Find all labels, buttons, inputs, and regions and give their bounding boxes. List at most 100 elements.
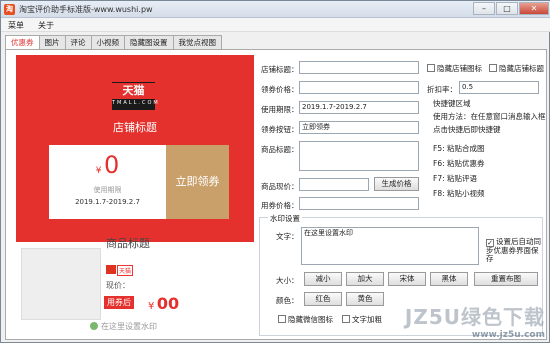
hotkey-f6: F6: 粘贴优惠券 bbox=[433, 158, 485, 169]
bold-text-checkbox[interactable]: 文字加粗 bbox=[342, 314, 382, 325]
window-controls: – □ ✕ bbox=[473, 2, 549, 15]
size-decrease-button[interactable]: 减小 bbox=[304, 272, 342, 286]
tmall-icon bbox=[106, 265, 116, 274]
after-price-label: 用券价格： bbox=[261, 201, 299, 210]
size-label: 大小： bbox=[276, 276, 299, 285]
hotkey-label: 粘贴合成图 bbox=[447, 144, 485, 153]
after-coupon-price: ¥ 00 bbox=[148, 294, 179, 313]
site-watermark-big: JZ5U绿色下载 bbox=[404, 305, 545, 329]
logo-subtext: TMALL.COM bbox=[112, 100, 160, 106]
hotkey-f7: F7: 粘贴评语 bbox=[433, 173, 477, 184]
coupon-button-label: 领券按钮： bbox=[261, 125, 299, 134]
hotkey-f5: F5: 粘贴合成图 bbox=[433, 143, 485, 154]
goods-now-price-input[interactable] bbox=[299, 178, 369, 191]
tmall-badge: 天猫 bbox=[117, 265, 134, 276]
close-button[interactable]: ✕ bbox=[519, 2, 549, 15]
checkbox-label: 隐藏店铺标题 bbox=[499, 64, 544, 73]
tab-strip: 优惠券 图片 评论 小视频 隐藏图设置 我觉点视图 bbox=[5, 35, 222, 50]
goods-title-input[interactable] bbox=[299, 141, 419, 171]
maximize-button[interactable]: □ bbox=[496, 2, 518, 15]
minimize-button[interactable]: – bbox=[473, 2, 495, 15]
persist-checkbox[interactable]: 设置后自动同步优惠券界面保存 bbox=[486, 238, 542, 263]
goods-image-placeholder bbox=[21, 248, 101, 320]
wechat-icon bbox=[90, 322, 98, 330]
tab-content: 天猫 TMALL.COM 店铺标题 ¥ 0 使用期限 2019.1.7-2019… bbox=[5, 49, 547, 340]
shortcut-desc-2: 点击快捷后即快捷键 bbox=[433, 125, 501, 134]
menu-main[interactable]: 菜单 bbox=[1, 18, 31, 31]
hotkey-label: 粘贴评语 bbox=[447, 174, 478, 183]
hotkey-label: 粘贴优惠券 bbox=[447, 159, 485, 168]
window-title: 淘宝评价助手标准版-www.wushi.pw bbox=[19, 5, 153, 14]
shortcut-title: 快捷键区域 bbox=[433, 99, 471, 108]
tab-view[interactable]: 我觉点视图 bbox=[172, 35, 222, 49]
coupon-preview: 天猫 TMALL.COM 店铺标题 ¥ 0 使用期限 2019.1.7-2019… bbox=[16, 55, 254, 242]
watermark-preview: 在这里设置水印 bbox=[90, 321, 157, 332]
font-hei-button[interactable]: 黑体 bbox=[430, 272, 468, 286]
coupon-card: ¥ 0 使用期限 2019.1.7-2019.2.7 立即领券 bbox=[49, 145, 229, 219]
after-price-value: 00 bbox=[156, 294, 180, 313]
checkbox-label: 隐藏微信图标 bbox=[288, 315, 333, 324]
tab-hidden-image[interactable]: 隐藏图设置 bbox=[124, 35, 174, 49]
shop-title-input[interactable] bbox=[299, 61, 419, 74]
watermark-text-input[interactable]: 在这里设置水印 bbox=[301, 227, 479, 265]
generate-price-button[interactable]: 生成价格 bbox=[374, 177, 419, 191]
app-icon: 淘 bbox=[4, 4, 15, 15]
hotkey-key: F8: bbox=[433, 189, 445, 198]
hide-shop-title-checkbox[interactable]: 隐藏店铺标题 bbox=[489, 63, 544, 74]
reset-layout-button[interactable]: 重置布图 bbox=[474, 272, 538, 286]
shortcut-desc: 使用方法：在任意窗口消息输入框 bbox=[433, 112, 546, 121]
app-window: 淘 淘宝评价助手标准版-www.wushi.pw – □ ✕ 菜单 关于 优惠券… bbox=[0, 0, 550, 343]
hotkey-f8: F8: 粘贴小视频 bbox=[433, 188, 485, 199]
after-coupon-badge: 用券后 bbox=[104, 296, 134, 309]
hotkey-label: 粘贴小视频 bbox=[447, 189, 485, 198]
hide-shop-icon-checkbox[interactable]: 隐藏店铺图标 bbox=[427, 63, 482, 74]
hotkey-key: F7: bbox=[433, 174, 445, 183]
goods-title-label: 商品标题： bbox=[261, 145, 299, 154]
color-yellow-button[interactable]: 黄色 bbox=[346, 292, 384, 306]
goods-title: 商品标题 bbox=[106, 237, 150, 250]
checkbox-box bbox=[342, 315, 350, 323]
coupon-price-label: 领券价格： bbox=[261, 85, 299, 94]
watermark-group-title: 水印设置 bbox=[268, 213, 302, 224]
checkbox-box bbox=[278, 315, 286, 323]
color-label: 颜色： bbox=[276, 296, 299, 305]
shop-title: 店铺标题 bbox=[113, 121, 157, 134]
tab-images[interactable]: 图片 bbox=[38, 35, 66, 49]
coupon-dates: 2019.1.7-2019.2.7 bbox=[75, 198, 140, 206]
checkbox-box bbox=[427, 64, 435, 72]
logo-text: 天猫 bbox=[112, 83, 155, 99]
coupon-amount: ¥ 0 bbox=[49, 151, 166, 179]
hotkey-key: F6: bbox=[433, 159, 445, 168]
checkbox-label: 文字加粗 bbox=[352, 315, 382, 324]
text-label: 文字： bbox=[276, 232, 299, 241]
currency-symbol: ¥ bbox=[148, 301, 155, 312]
hotkey-key: F5: bbox=[433, 144, 445, 153]
size-increase-button[interactable]: 加大 bbox=[346, 272, 384, 286]
site-watermark: JZ5U绿色下载 www.jz5u.com bbox=[405, 301, 545, 340]
after-price-input[interactable] bbox=[299, 197, 419, 210]
goods-now-price-label: 商品现价： bbox=[261, 182, 299, 191]
tab-video[interactable]: 小视频 bbox=[90, 35, 125, 49]
use-period-label: 使用期限： bbox=[261, 105, 299, 114]
menu-about[interactable]: 关于 bbox=[31, 18, 61, 31]
coupon-price-input[interactable] bbox=[299, 81, 419, 94]
discount-label: 折扣率： bbox=[427, 85, 457, 94]
currency-symbol: ¥ bbox=[95, 166, 102, 176]
now-price-label: 现价： bbox=[106, 281, 130, 290]
watermark-text: 在这里设置水印 bbox=[101, 322, 157, 331]
font-song-button[interactable]: 宋体 bbox=[388, 272, 426, 286]
color-red-button[interactable]: 红色 bbox=[304, 292, 342, 306]
coupon-button-input[interactable]: 立即领券 bbox=[299, 121, 419, 134]
tab-comments[interactable]: 评论 bbox=[64, 35, 92, 49]
use-period-input[interactable]: 2019.1.7-2019.2.7 bbox=[299, 101, 419, 114]
claim-coupon-button: 立即领券 bbox=[166, 145, 229, 219]
title-bar: 淘 淘宝评价助手标准版-www.wushi.pw – □ ✕ bbox=[1, 1, 550, 18]
shop-title-label: 店铺标题： bbox=[261, 65, 299, 74]
menu-bar: 菜单 关于 bbox=[1, 18, 550, 32]
checkbox-box bbox=[489, 64, 497, 72]
site-watermark-url: www.jz5u.com bbox=[471, 330, 545, 340]
tab-coupon[interactable]: 优惠券 bbox=[5, 35, 40, 50]
hide-wechat-icon-checkbox[interactable]: 隐藏微信图标 bbox=[278, 314, 333, 325]
coupon-value: 0 bbox=[104, 151, 120, 179]
discount-input[interactable]: 0.5 bbox=[459, 81, 539, 94]
